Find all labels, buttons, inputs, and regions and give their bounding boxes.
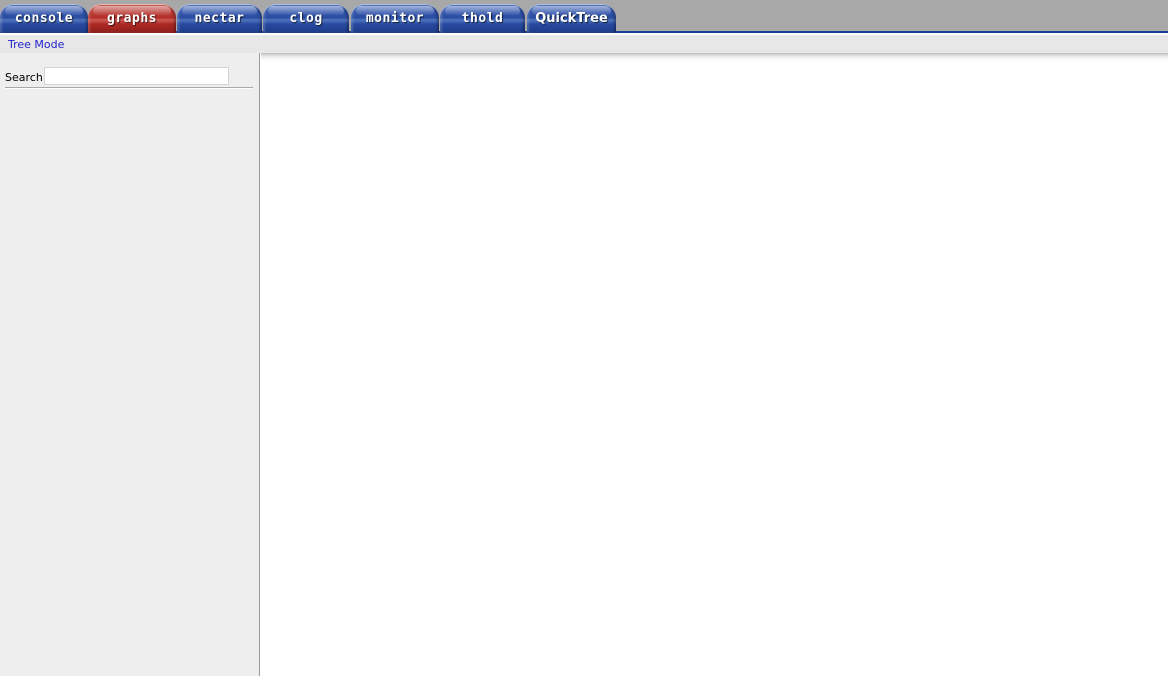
tab-graphs[interactable]: graphs: [88, 4, 176, 33]
tab-gloss-highlight: [445, 6, 520, 15]
tab-thold[interactable]: thold: [440, 4, 525, 33]
content-panel: [261, 53, 1168, 676]
tab-gloss-highlight: [532, 6, 611, 15]
tab-label-thold: thold: [461, 11, 504, 26]
tab-gloss-highlight: [268, 6, 344, 15]
search-input[interactable]: [44, 67, 229, 85]
tab-clog[interactable]: clog: [263, 4, 349, 33]
tab-label-nectar: nectar: [194, 11, 245, 26]
tab-label-monitor: monitor: [365, 11, 425, 26]
tab-quicktree[interactable]: QuickTree: [527, 4, 616, 33]
sidebar-search-row: Search: [0, 67, 259, 89]
tab-console[interactable]: console: [0, 4, 88, 33]
sidebar-divider: [5, 87, 253, 89]
tree-mode-link[interactable]: Tree Mode: [8, 38, 64, 51]
tab-label-graphs: graphs: [107, 11, 157, 26]
mode-bar: Tree Mode: [0, 35, 1168, 53]
search-label: Search: [5, 71, 43, 84]
tab-gloss-highlight: [93, 6, 171, 15]
graph-display-area[interactable]: [261, 61, 1168, 676]
tab-gloss-highlight: [182, 6, 257, 15]
tab-gloss-highlight: [5, 6, 83, 15]
tab-monitor[interactable]: monitor: [351, 4, 439, 33]
content-top-shadow: [261, 53, 1168, 61]
tab-label-console: console: [14, 11, 74, 26]
main-tab-bar: console graphs nectar clog monitor thold…: [0, 0, 1168, 33]
tab-label-quicktree: QuickTree: [535, 11, 608, 26]
tab-gloss-highlight: [356, 6, 434, 15]
sidebar-panel: Search: [0, 53, 260, 676]
tab-label-clog: clog: [289, 11, 323, 26]
tab-nectar[interactable]: nectar: [177, 4, 262, 33]
